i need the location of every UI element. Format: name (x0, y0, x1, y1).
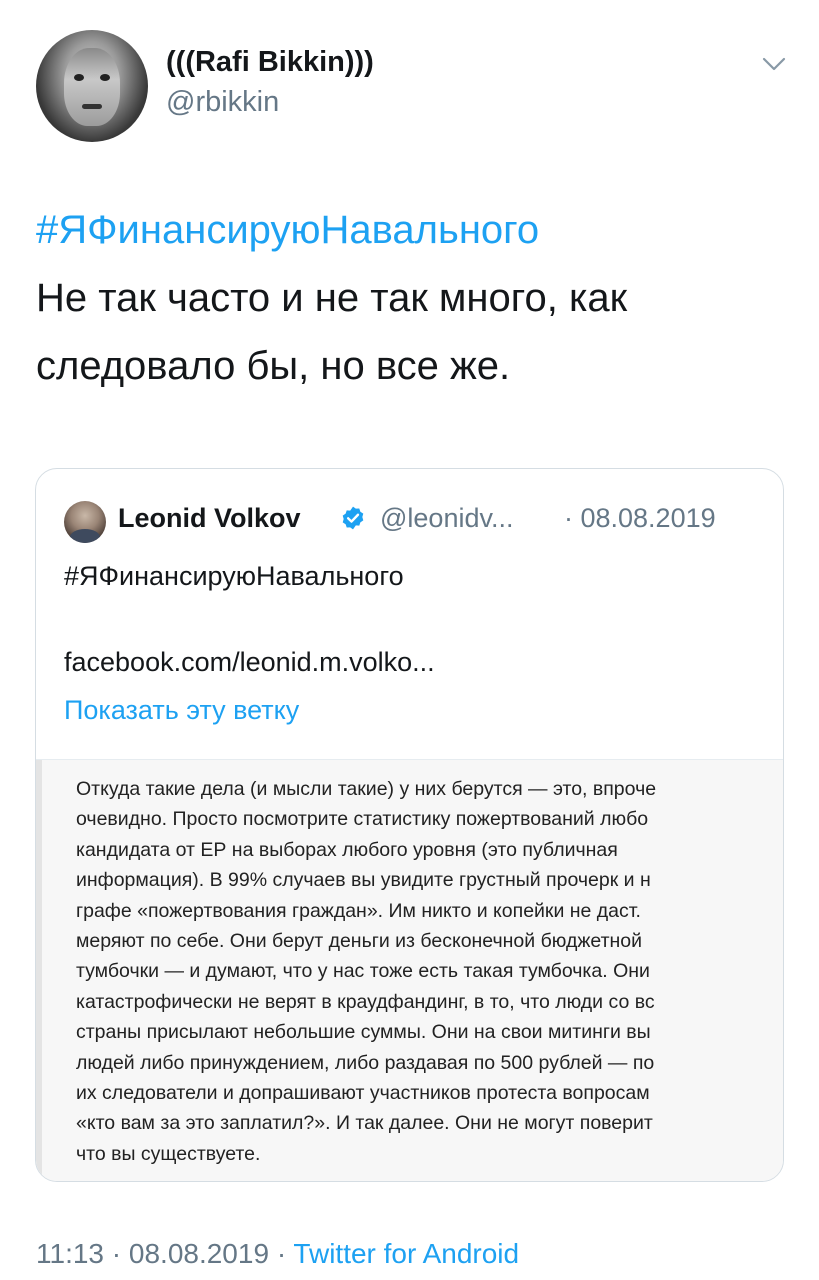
quoted-tweet-link[interactable]: facebook.com/leonid.m.volko... (64, 647, 435, 678)
image-text-line: страны присылают небольшие суммы. Они на… (76, 1021, 651, 1044)
quoted-tweet-hashtag[interactable]: #ЯФинансируюНавального (64, 561, 404, 592)
quoted-tweet-image[interactable]: Откуда такие дела (и мысли такие) у них … (36, 759, 783, 1181)
image-text-line: катастрофически не верят в краудфандинг,… (76, 990, 655, 1013)
avatar-eye-right (100, 74, 110, 81)
image-text-paragraph: Откуда такие дела (и мысли такие) у них … (76, 774, 783, 1169)
quoted-tweet-date[interactable]: · 08.08.2019 (564, 503, 716, 534)
author-avatar[interactable] (36, 30, 148, 142)
quoted-avatar-shirt (70, 529, 100, 543)
image-text-line: людей либо принуждением, либо раздавая п… (76, 1051, 655, 1074)
tweet-hashtag-link[interactable]: #ЯФинансируюНавального (36, 196, 796, 264)
quoted-tweet-card[interactable]: Leonid Volkov @leonidv... · 08.08.2019 #… (35, 468, 784, 1182)
show-thread-link[interactable]: Показать эту ветку (64, 695, 299, 726)
meta-separator: · (276, 1238, 287, 1269)
tweet-time[interactable]: 11:13 (36, 1238, 104, 1269)
avatar-mouth (82, 104, 102, 109)
tweet-text: #ЯФинансируюНавального Не так часто и не… (36, 196, 796, 400)
tweet-date[interactable]: 08.08.2019 (129, 1238, 269, 1269)
quoted-author-handle[interactable]: @leonidv... (380, 503, 513, 534)
image-text-line: их следователи и допрашивают участников … (76, 1082, 650, 1105)
tweet-text-line-1: Не так часто и не так много, как (36, 276, 628, 320)
quoted-author-name[interactable]: Leonid Volkov (118, 503, 301, 534)
image-text-line: графе «пожертвования граждан». Им никто … (76, 899, 641, 922)
tweet-text-line-2: следовало бы, но все же. (36, 344, 511, 388)
quoted-author-avatar[interactable] (64, 501, 106, 543)
chevron-down-icon[interactable] (762, 56, 786, 72)
author-handle[interactable]: @rbikkin (166, 86, 279, 119)
image-text-line: «кто вам за это заплатил?». И так далее.… (76, 1112, 653, 1135)
image-text-line: что вы существуете. (76, 1142, 261, 1165)
avatar-eye-left (74, 74, 84, 81)
image-text-line: тумбочки — и думают, что у нас тоже есть… (76, 960, 650, 983)
image-text-line: информация). В 99% случаев вы увидите гр… (76, 869, 651, 892)
image-text-line: кандидата от ЕР на выборах любого уровня… (76, 838, 618, 861)
tweet-meta: 11:13 · 08.08.2019 · Twitter for Android (36, 1238, 519, 1270)
image-text-line: Откуда такие дела (и мысли такие) у них … (76, 778, 657, 800)
image-text-margin-bar (36, 760, 42, 1181)
meta-separator: · (111, 1238, 122, 1269)
verified-badge-icon (342, 506, 364, 530)
image-text-line: очевидно. Просто посмотрите статистику п… (76, 808, 649, 831)
image-text-line: меряют по себе. Они берут деньги из беск… (76, 930, 643, 953)
avatar-face (64, 48, 120, 126)
tweet-header: (((Rafi Bikkin))) @rbikkin (0, 0, 819, 160)
author-display-name[interactable]: (((Rafi Bikkin))) (166, 46, 374, 79)
tweet-source-link[interactable]: Twitter for Android (293, 1238, 519, 1269)
